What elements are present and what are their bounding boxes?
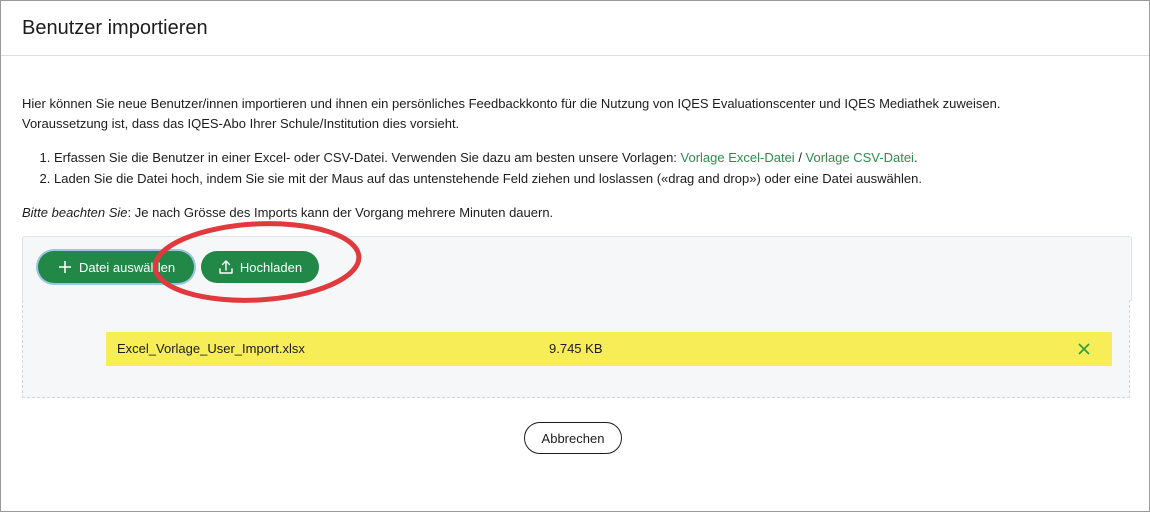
upload-label: Hochladen xyxy=(239,259,303,275)
intro-line-1: Hier können Sie neue Benutzer/innen impo… xyxy=(22,96,1001,111)
step-1: Erfassen Sie die Benutzer in einer Excel… xyxy=(54,147,1150,168)
select-file-label: Datei auswählen xyxy=(78,259,176,275)
close-icon[interactable] xyxy=(1076,341,1092,357)
upload-toolbar: Datei auswählen Hochladen xyxy=(22,236,1132,301)
cancel-button[interactable]: Abbrechen xyxy=(524,422,622,454)
file-list-item: Excel_Vorlage_User_Import.xlsx 9.745 KB xyxy=(106,332,1112,366)
import-note: Bitte beachten Sie: Je nach Grösse des I… xyxy=(22,203,553,223)
dialog-title: Benutzer importieren xyxy=(22,17,208,39)
select-file-button[interactable]: Datei auswählen xyxy=(38,251,194,283)
note-label: Bitte beachten Sie xyxy=(22,205,128,220)
step-1-end: . xyxy=(913,150,918,165)
file-size: 9.745 KB xyxy=(549,341,603,356)
upload-icon xyxy=(218,259,234,275)
upload-button[interactable]: Hochladen xyxy=(201,251,319,283)
file-dropzone[interactable]: Excel_Vorlage_User_Import.xlsx 9.745 KB xyxy=(22,300,1130,398)
instruction-steps: Erfassen Sie die Benutzer in einer Excel… xyxy=(22,147,1150,189)
csv-template-link[interactable]: Vorlage CSV-Datei xyxy=(806,150,914,165)
template-separator: / xyxy=(794,150,806,165)
step-2: Laden Sie die Datei hoch, indem Sie sie … xyxy=(54,168,1150,189)
dialog-header: Benutzer importieren xyxy=(1,1,1149,56)
step-2-text: Laden Sie die Datei hoch, indem Sie sie … xyxy=(54,171,922,186)
plus-icon xyxy=(57,259,73,275)
import-dialog: Benutzer importieren Hier können Sie neu… xyxy=(0,0,1150,512)
step-1-text: Erfassen Sie die Benutzer in einer Excel… xyxy=(54,150,681,165)
intro-text: Hier können Sie neue Benutzer/innen impo… xyxy=(22,94,1122,134)
note-text: : Je nach Grösse des Imports kann der Vo… xyxy=(127,205,554,220)
intro-line-2: Voraussetzung ist, dass das IQES-Abo Ihr… xyxy=(22,116,460,131)
file-name: Excel_Vorlage_User_Import.xlsx xyxy=(117,341,305,356)
excel-template-link[interactable]: Vorlage Excel-Datei xyxy=(681,150,795,165)
